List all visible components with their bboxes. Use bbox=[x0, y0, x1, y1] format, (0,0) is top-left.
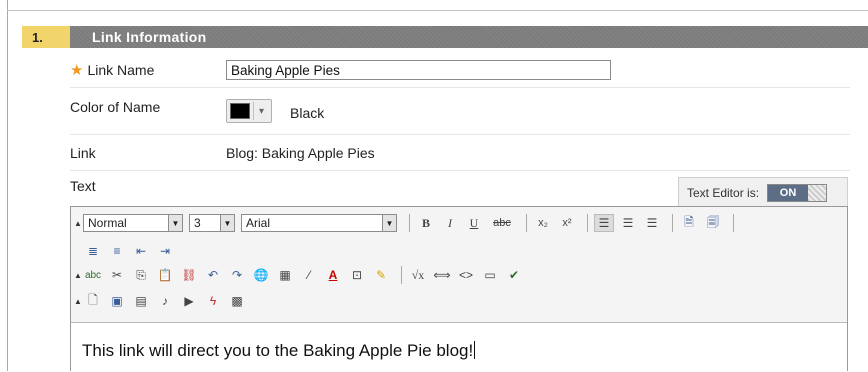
numbered-list-icon[interactable]: ≣ bbox=[83, 242, 103, 260]
insert-audio-icon[interactable]: ♪ bbox=[155, 292, 175, 310]
subscript-icon[interactable]: x₂ bbox=[533, 214, 553, 232]
link-value: Blog: Baking Apple Pies bbox=[226, 145, 375, 161]
link-name-input[interactable] bbox=[226, 60, 611, 80]
toolbar-row-4: ▲ 🗋 ▣ ▤ ♪ ▶ ϟ ▩ bbox=[73, 291, 251, 311]
text-editor-status-label: Text Editor is: bbox=[687, 185, 760, 200]
horizontal-line-icon[interactable]: ⁄ bbox=[299, 266, 319, 284]
chevron-down-icon[interactable]: ▾ bbox=[253, 102, 269, 120]
chevron-down-icon: ▼ bbox=[382, 215, 396, 231]
insert-applet-icon[interactable]: ▩ bbox=[227, 292, 247, 310]
toggle-on-label: ON bbox=[768, 184, 809, 201]
link-name-label-wrap: ★ Link Name bbox=[70, 61, 154, 79]
insert-video-icon[interactable]: ▶ bbox=[179, 292, 199, 310]
spellcheck-icon[interactable]: abc bbox=[83, 266, 103, 284]
format-select[interactable]: Normal ▼ bbox=[83, 214, 183, 232]
spellcheck-done-icon[interactable]: ✔ bbox=[504, 266, 524, 284]
text-editor-status: Text Editor is: ON bbox=[678, 177, 848, 207]
size-select[interactable]: 3 ▼ bbox=[189, 214, 235, 232]
link-label: Link bbox=[70, 145, 96, 161]
toolbar-row-2: ≣ ≡ ⇤ ⇥ bbox=[83, 241, 179, 261]
collapse-icon[interactable]: ▲ bbox=[73, 219, 83, 228]
copy-icon[interactable]: ⎘ bbox=[131, 266, 151, 284]
cut-icon[interactable]: ✂ bbox=[107, 266, 127, 284]
editor-content-area[interactable]: This link will direct you to the Baking … bbox=[71, 322, 847, 372]
bold-icon[interactable]: B bbox=[416, 214, 436, 232]
text-caret bbox=[474, 341, 476, 359]
toolbar-separator bbox=[409, 214, 410, 232]
format-select-value: Normal bbox=[88, 216, 127, 230]
font-select[interactable]: Arial ▼ bbox=[241, 214, 397, 232]
editor-content: This link will direct you to the Baking … bbox=[82, 341, 476, 361]
highlight-icon[interactable]: ✎ bbox=[371, 266, 391, 284]
editor-content-text: This link will direct you to the Baking … bbox=[82, 341, 474, 360]
color-swatch bbox=[230, 103, 250, 119]
undo-icon[interactable]: ↶ bbox=[203, 266, 223, 284]
size-select-value: 3 bbox=[194, 216, 201, 230]
toggle-off-area bbox=[808, 184, 827, 201]
redo-icon[interactable]: ↷ bbox=[227, 266, 247, 284]
superscript-icon[interactable]: x² bbox=[557, 214, 577, 232]
toolbar-separator bbox=[526, 214, 527, 232]
link-name-row: ★ Link Name bbox=[70, 60, 850, 88]
bullet-list-icon[interactable]: ≡ bbox=[107, 242, 127, 260]
table-icon[interactable]: ▦ bbox=[275, 266, 295, 284]
insert-media-icon[interactable]: ▤ bbox=[131, 292, 151, 310]
color-picker[interactable]: ▾ bbox=[226, 99, 272, 123]
section-header: 1. Link Information bbox=[22, 26, 868, 48]
required-asterisk-icon: ★ bbox=[70, 62, 84, 79]
insert-flash-icon[interactable]: ϟ bbox=[203, 292, 223, 310]
section-title: Link Information bbox=[70, 26, 868, 48]
toolbar-row-3: ▲ abc ✂ ⎘ 📋 ⛓ ↶ ↷ 🌐 ▦ ⁄ A ⊡ ✎ √x ⟺ <> ▭ … bbox=[73, 265, 528, 285]
page-frame-left bbox=[7, 0, 8, 371]
toolbar-separator bbox=[733, 214, 734, 232]
page-frame-top bbox=[7, 10, 868, 11]
underline-icon[interactable]: U bbox=[464, 214, 484, 232]
math-equation-icon[interactable]: √x bbox=[408, 266, 428, 284]
mashup-icon[interactable]: ⟺ bbox=[432, 266, 452, 284]
preview-icon[interactable]: ▭ bbox=[480, 266, 500, 284]
toolbar-separator bbox=[587, 214, 588, 232]
align-right-icon[interactable]: ☰ bbox=[642, 214, 662, 232]
html-source-icon[interactable]: <> bbox=[456, 266, 476, 284]
text-editor-toggle[interactable]: ON bbox=[767, 183, 828, 202]
link-icon[interactable]: 🌐 bbox=[251, 266, 271, 284]
rich-text-editor: ▲ Normal ▼ 3 ▼ Arial ▼ B I U abc x₂ x² ☰… bbox=[70, 206, 848, 372]
toolbar-separator bbox=[401, 266, 402, 284]
collapse-icon[interactable]: ▲ bbox=[73, 271, 83, 280]
italic-icon[interactable]: I bbox=[440, 214, 460, 232]
color-name: Black bbox=[290, 105, 325, 121]
outdent-icon[interactable]: ⇤ bbox=[131, 242, 151, 260]
collapse-icon[interactable]: ▲ bbox=[73, 297, 83, 306]
indent-icon[interactable]: ⇥ bbox=[155, 242, 175, 260]
align-center-icon[interactable]: ☰ bbox=[618, 214, 638, 232]
toolbar-row-1: ▲ Normal ▼ 3 ▼ Arial ▼ B I U abc x₂ x² ☰… bbox=[73, 213, 740, 233]
insert-file-icon[interactable]: 🗋 bbox=[83, 292, 103, 310]
color-label: Color of Name bbox=[70, 99, 161, 115]
insert-image-icon[interactable]: ▣ bbox=[107, 292, 127, 310]
align-left-icon[interactable]: ☰ bbox=[594, 214, 614, 232]
chevron-down-icon: ▼ bbox=[168, 215, 182, 231]
chevron-down-icon: ▼ bbox=[220, 215, 234, 231]
unlink-icon[interactable]: ⛓ bbox=[179, 266, 199, 284]
find-icon[interactable]: 🗎 bbox=[679, 214, 699, 232]
font-select-value: Arial bbox=[246, 216, 271, 230]
color-row: Color of Name ▾ Black bbox=[70, 97, 850, 135]
link-row: Link Blog: Baking Apple Pies bbox=[70, 144, 850, 171]
toolbar-separator bbox=[672, 214, 673, 232]
emoticon-icon[interactable]: ⊡ bbox=[347, 266, 367, 284]
paste-icon[interactable]: 📋 bbox=[155, 266, 175, 284]
link-name-label: Link Name bbox=[87, 62, 155, 78]
text-label: Text bbox=[70, 178, 96, 194]
replace-icon[interactable]: 🗐 bbox=[703, 214, 723, 232]
text-color-icon[interactable]: A bbox=[323, 266, 343, 284]
strikethrough-icon[interactable]: abc bbox=[488, 214, 516, 232]
step-number: 1. bbox=[22, 26, 70, 48]
